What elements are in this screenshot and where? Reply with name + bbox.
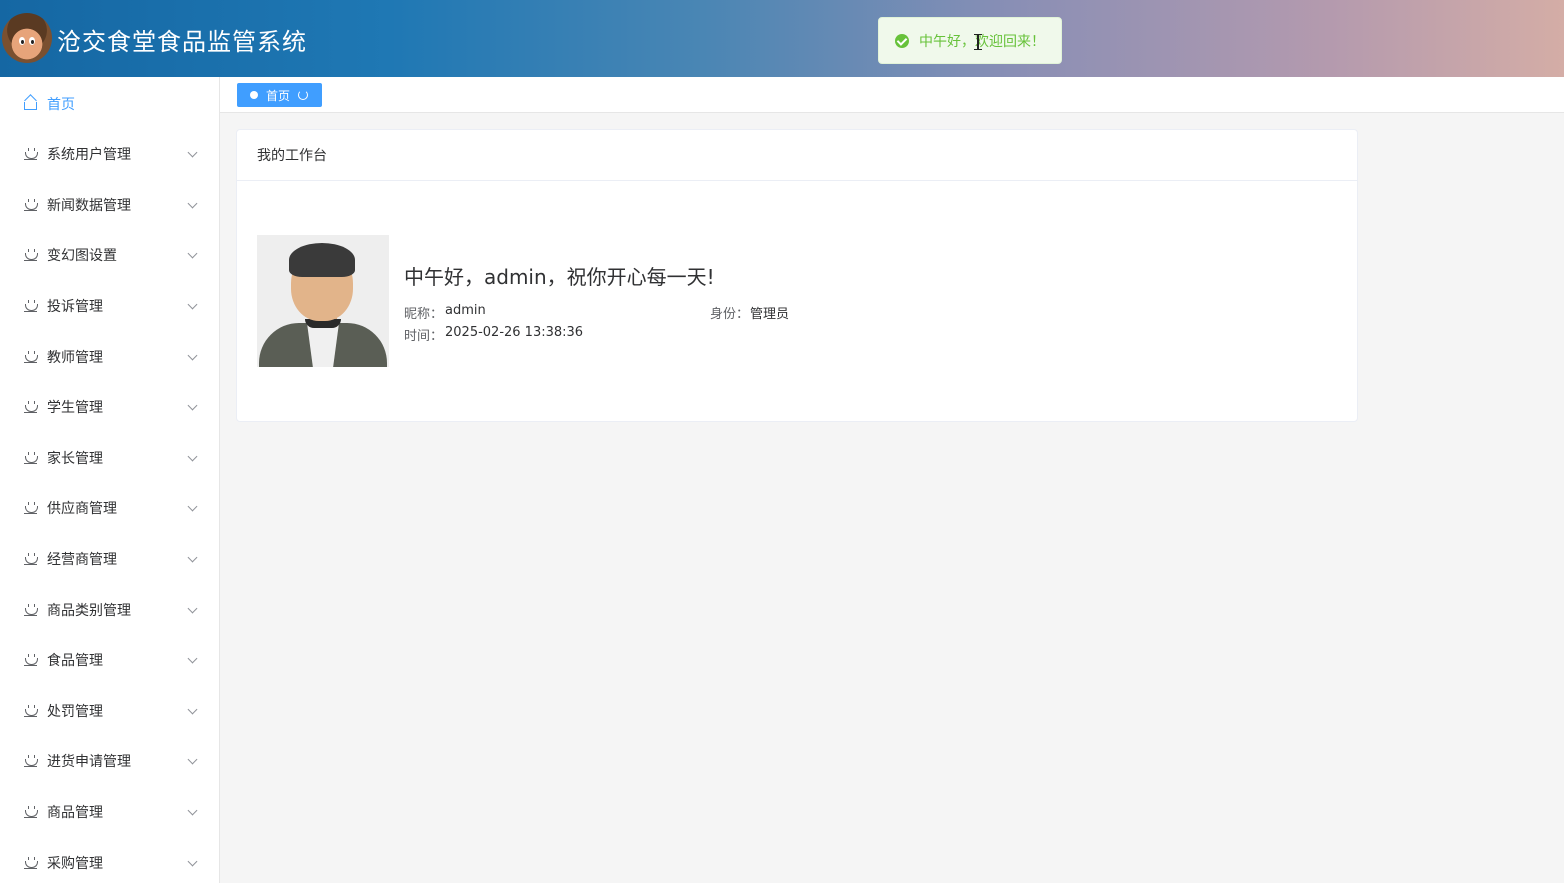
- nickname-label: 昵称：: [404, 307, 444, 322]
- sidebar-item-penalties[interactable]: 处罚管理: [0, 686, 219, 736]
- sidebar-item-label: 商品类别管理: [47, 603, 131, 619]
- chevron-down-icon: [187, 653, 198, 663]
- bowl-icon: [24, 553, 38, 565]
- chevron-down-icon: [187, 501, 198, 511]
- text-cursor-icon: [974, 34, 982, 50]
- sidebar-item-label: 采购管理: [47, 856, 103, 872]
- chevron-down-icon: [187, 856, 198, 866]
- refresh-icon[interactable]: [298, 90, 309, 100]
- sidebar-item-teachers[interactable]: 教师管理: [0, 332, 219, 382]
- card-title: 我的工作台: [237, 130, 1357, 181]
- chevron-down-icon: [187, 400, 198, 410]
- chevron-down-icon: [187, 198, 198, 208]
- sidebar-item-label: 食品管理: [47, 653, 103, 669]
- bowl-icon: [24, 199, 38, 211]
- sidebar-item-label: 商品管理: [47, 805, 103, 821]
- sidebar-item-home[interactable]: 首页: [0, 79, 219, 129]
- sidebar-item-label: 变幻图设置: [47, 248, 117, 264]
- sidebar: 首页 系统用户管理 新闻数据管理 变幻图设置 投诉管理 教师管理 学生管理 家长…: [0, 77, 220, 883]
- toast-message: 中午好，欢迎回来！: [919, 33, 1045, 50]
- sidebar-item-label: 供应商管理: [47, 501, 117, 517]
- bowl-icon: [24, 604, 38, 616]
- role-value: 管理员: [750, 307, 790, 322]
- workbench-card: 我的工作台 中午好，admin，祝你开心每一天! 昵称： admin 身份： 管…: [236, 129, 1358, 422]
- chevron-down-icon: [187, 350, 198, 360]
- role-label: 身份：: [710, 307, 750, 322]
- time-label: 时间：: [404, 329, 444, 344]
- bowl-icon: [24, 654, 38, 666]
- success-toast: 中午好，欢迎回来！: [878, 17, 1062, 64]
- sidebar-item-label: 家长管理: [47, 451, 103, 467]
- bowl-icon: [24, 705, 38, 717]
- bowl-icon: [24, 806, 38, 818]
- sidebar-item-operators[interactable]: 经营商管理: [0, 534, 219, 584]
- chevron-down-icon: [187, 603, 198, 613]
- tab-bar: 首页: [220, 77, 1564, 113]
- bowl-icon: [24, 502, 38, 514]
- sidebar-item-label: 首页: [47, 97, 75, 113]
- home-icon: [24, 102, 37, 110]
- success-check-icon: [895, 33, 909, 48]
- chevron-down-icon: [187, 147, 198, 157]
- sidebar-item-complaints[interactable]: 投诉管理: [0, 281, 219, 331]
- sidebar-item-label: 教师管理: [47, 350, 103, 366]
- sidebar-item-label: 学生管理: [47, 400, 103, 416]
- bowl-icon: [24, 401, 38, 413]
- bowl-icon: [24, 452, 38, 464]
- user-avatar: [257, 235, 389, 367]
- sidebar-item-food[interactable]: 食品管理: [0, 635, 219, 685]
- bowl-icon: [24, 755, 38, 767]
- sidebar-item-label: 投诉管理: [47, 299, 103, 315]
- chevron-down-icon: [187, 248, 198, 258]
- chevron-down-icon: [187, 299, 198, 309]
- sidebar-item-news[interactable]: 新闻数据管理: [0, 180, 219, 230]
- time-value: 2025-02-26 13:38:36: [445, 325, 584, 340]
- sidebar-item-label: 经营商管理: [47, 552, 117, 568]
- chevron-down-icon: [187, 754, 198, 764]
- logo-avatar: [2, 13, 52, 63]
- sidebar-item-students[interactable]: 学生管理: [0, 382, 219, 432]
- greeting-text: 中午好，admin，祝你开心每一天!: [404, 265, 715, 289]
- sidebar-item-purchase-requests[interactable]: 进货申请管理: [0, 736, 219, 786]
- sidebar-item-system-users[interactable]: 系统用户管理: [0, 129, 219, 179]
- chevron-down-icon: [187, 552, 198, 562]
- tab-home[interactable]: 首页: [237, 83, 322, 107]
- bowl-icon: [24, 351, 38, 363]
- sidebar-item-parents[interactable]: 家长管理: [0, 433, 219, 483]
- sidebar-item-label: 进货申请管理: [47, 754, 131, 770]
- chevron-down-icon: [187, 805, 198, 815]
- sidebar-item-product-categories[interactable]: 商品类别管理: [0, 585, 219, 635]
- sidebar-item-suppliers[interactable]: 供应商管理: [0, 483, 219, 533]
- active-dot-icon: [250, 91, 258, 99]
- sidebar-item-products[interactable]: 商品管理: [0, 787, 219, 837]
- chevron-down-icon: [187, 704, 198, 714]
- bowl-icon: [24, 249, 38, 261]
- tab-label: 首页: [266, 88, 291, 103]
- sidebar-item-label: 处罚管理: [47, 704, 103, 720]
- chevron-down-icon: [187, 451, 198, 461]
- top-header: 沧交食堂食品监管系统: [0, 0, 1564, 77]
- sidebar-item-carousel[interactable]: 变幻图设置: [0, 230, 219, 280]
- bowl-icon: [24, 300, 38, 312]
- bowl-icon: [24, 148, 38, 160]
- nickname-value: admin: [445, 303, 486, 318]
- app-title: 沧交食堂食品监管系统: [57, 28, 307, 56]
- sidebar-item-label: 系统用户管理: [47, 147, 131, 163]
- sidebar-item-label: 新闻数据管理: [47, 198, 131, 214]
- bowl-icon: [24, 857, 38, 869]
- sidebar-item-procurement[interactable]: 采购管理: [0, 838, 219, 883]
